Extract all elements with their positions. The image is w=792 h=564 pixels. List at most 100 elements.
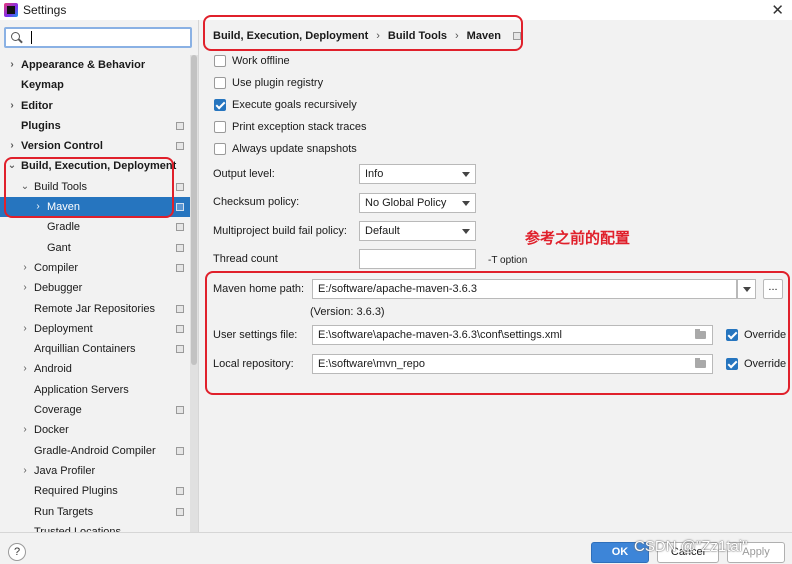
option-use-plugin-registry[interactable]: Use plugin registry (214, 74, 323, 92)
project-scope-icon (176, 487, 184, 496)
sidebar-item-label: Appearance & Behavior (21, 59, 146, 71)
sidebar-item-label: Java Profiler (34, 464, 96, 477)
project-scope-icon (176, 263, 184, 272)
sidebar-item[interactable]: Gradle-Android Compiler (0, 441, 190, 461)
sidebar-item[interactable]: Required Plugins (0, 481, 190, 501)
sidebar-item[interactable]: Arquillian Containers (0, 339, 190, 359)
sidebar-item[interactable]: › Java Profiler (0, 461, 190, 481)
scrollbar-thumb[interactable] (191, 55, 197, 365)
project-scope-icon (176, 345, 184, 354)
sidebar-item-label: Remote Jar Repositories (34, 302, 156, 315)
red-annotation-text: 参考之前的配置 (525, 229, 631, 247)
highlight-box-tree (4, 157, 174, 218)
sidebar-item[interactable]: Coverage (0, 400, 190, 420)
option-always-update-snapshots[interactable]: Always update snapshots (214, 140, 357, 158)
checkbox[interactable] (214, 55, 226, 67)
checksum-policy-label: Checksum policy: (213, 196, 300, 208)
project-scope-icon (176, 507, 184, 516)
close-icon[interactable]: ✕ (771, 1, 784, 19)
project-scope-icon (176, 121, 184, 130)
chevron-right-icon[interactable]: › (20, 278, 30, 298)
sidebar-item-label: Debugger (34, 282, 83, 295)
sidebar-item-label: Coverage (34, 404, 82, 417)
sidebar-item-label: Android (34, 363, 72, 376)
sidebar-item-label: Trusted Locations (34, 525, 122, 532)
project-scope-icon (176, 324, 184, 333)
highlight-box-maven-paths (205, 271, 790, 395)
sidebar-item-label: Keymap (21, 79, 64, 92)
sidebar-item[interactable]: Gradle (0, 217, 190, 237)
sidebar-item[interactable]: › Appearance & Behavior (0, 55, 190, 75)
sidebar-item[interactable]: Plugins (0, 116, 190, 136)
settings-sidebar: › Appearance & Behavior Keymap › Editor Plugi… (0, 20, 199, 532)
search-icon (9, 30, 25, 46)
chevron-right-icon[interactable]: › (20, 461, 30, 481)
project-scope-icon (176, 142, 184, 151)
project-scope-icon (176, 406, 184, 415)
sidebar-item[interactable]: › Deployment (0, 319, 190, 339)
sidebar-scrollbar[interactable] (190, 55, 198, 532)
fail-policy-select[interactable]: Default (359, 221, 476, 241)
thread-count-input[interactable] (359, 249, 476, 269)
checkbox[interactable] (214, 99, 226, 111)
project-scope-icon (176, 243, 184, 252)
sidebar-item-label: Plugins (21, 119, 61, 132)
search-input[interactable] (4, 27, 192, 48)
checkbox[interactable] (214, 121, 226, 133)
sidebar-item-label: Required Plugins (34, 485, 118, 498)
fail-policy-label: Multiproject build fail policy: (213, 225, 347, 237)
sidebar-item[interactable]: › Debugger (0, 278, 190, 298)
option-label: Execute goals recursively (232, 99, 357, 111)
select-value: No Global Policy (365, 197, 447, 209)
chevron-right-icon[interactable]: › (7, 96, 17, 116)
sidebar-item-label: Run Targets (34, 505, 94, 518)
sidebar-item-label: Editor (21, 99, 53, 112)
project-scope-icon (176, 446, 184, 455)
option-label: Print exception stack traces (232, 121, 367, 133)
intellij-logo-icon (4, 3, 18, 17)
chevron-down-icon (462, 229, 470, 234)
chevron-right-icon[interactable]: › (7, 136, 17, 156)
highlight-box-breadcrumb (203, 15, 523, 51)
checkbox[interactable] (214, 77, 226, 89)
option-print-exception-stack-traces[interactable]: Print exception stack traces (214, 118, 367, 136)
chevron-right-icon[interactable]: › (20, 420, 30, 440)
sidebar-item[interactable]: Application Servers (0, 380, 190, 400)
sidebar-item[interactable]: › Version Control (0, 136, 190, 156)
text-caret (31, 31, 32, 44)
sidebar-item[interactable]: › Editor (0, 96, 190, 116)
sidebar-item[interactable]: Keymap (0, 75, 190, 95)
output-level-label: Output level: (213, 168, 275, 180)
sidebar-item-label: Deployment (34, 322, 93, 335)
sidebar-item[interactable]: › Android (0, 359, 190, 379)
help-button[interactable]: ? (8, 543, 26, 561)
option-execute-goals-recursively[interactable]: Execute goals recursively (214, 96, 357, 114)
sidebar-item-label: Compiler (34, 261, 79, 274)
sidebar-item[interactable]: Remote Jar Repositories (0, 299, 190, 319)
chevron-right-icon[interactable]: › (20, 359, 30, 379)
project-scope-icon (176, 182, 184, 191)
project-scope-icon (176, 203, 184, 212)
option-label: Work offline (232, 55, 290, 67)
window-title: Settings (23, 3, 67, 17)
option-work-offline[interactable]: Work offline (214, 52, 290, 70)
sidebar-item[interactable]: Trusted Locations (0, 522, 190, 532)
output-level-select[interactable]: Info (359, 164, 476, 184)
checkbox[interactable] (214, 143, 226, 155)
csdn-watermark: CSDN @"Zz1tai" (634, 538, 748, 555)
chevron-right-icon[interactable]: › (20, 258, 30, 278)
sidebar-item[interactable]: Gant (0, 238, 190, 258)
checksum-policy-select[interactable]: No Global Policy (359, 193, 476, 213)
chevron-right-icon[interactable]: › (7, 55, 17, 75)
thread-count-hint: -T option (488, 255, 528, 266)
sidebar-item-label: Application Servers (34, 383, 129, 396)
sidebar-item[interactable]: › Compiler (0, 258, 190, 278)
sidebar-item-label: Version Control (21, 140, 103, 153)
chevron-right-icon[interactable]: › (20, 319, 30, 339)
option-label: Use plugin registry (232, 77, 324, 89)
sidebar-item[interactable]: Run Targets (0, 502, 190, 522)
sidebar-item[interactable]: › Docker (0, 420, 190, 440)
chevron-down-icon (462, 172, 470, 177)
settings-tree: › Appearance & Behavior Keymap › Editor Plugi… (0, 55, 190, 532)
sidebar-item-label: Docker (34, 424, 69, 437)
